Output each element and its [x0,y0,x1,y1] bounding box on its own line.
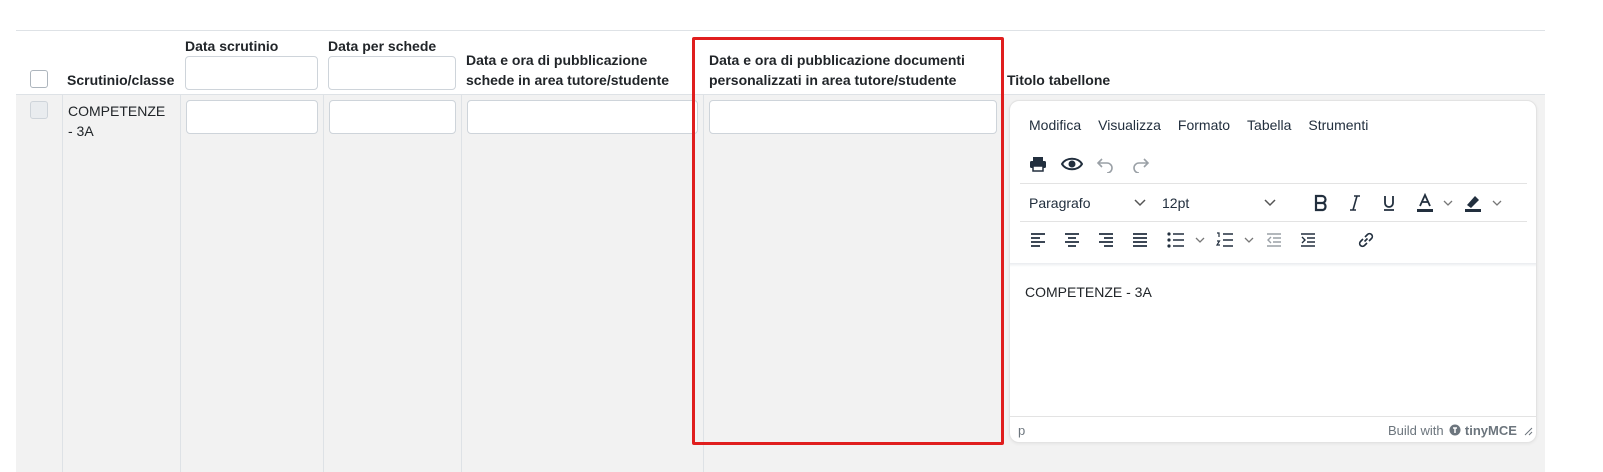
bullet-list-icon[interactable] [1167,232,1185,248]
link-icon[interactable] [1357,231,1375,249]
align-left-icon[interactable] [1030,233,1046,247]
chevron-down-icon[interactable] [1443,200,1453,207]
header-pub-schede: Data e ora di pubblicazione schede in ar… [466,52,670,88]
chevron-down-icon [1134,199,1146,207]
align-right-icon[interactable] [1098,233,1114,247]
chevron-down-icon[interactable] [1492,200,1502,207]
header-scrutinio-classe: Scrutinio/classe [67,72,175,88]
select-all-checkbox[interactable] [30,70,48,88]
toolbar-shadow [1010,263,1536,267]
menu-modifica[interactable]: Modifica [1029,117,1081,133]
print-icon[interactable] [1029,155,1047,173]
outdent-icon[interactable] [1266,233,1282,247]
col-divider [62,95,63,472]
header-data-scrutinio-input[interactable] [185,56,318,90]
header-data-per-schede-input[interactable] [328,56,456,90]
highlight-icon[interactable] [1463,193,1483,213]
highlight-box [692,37,1004,445]
italic-icon[interactable] [1348,194,1362,212]
statusbar-divider [1010,416,1536,417]
underline-icon[interactable] [1382,194,1396,212]
col-divider [323,95,324,472]
menu-formato[interactable]: Formato [1178,117,1230,133]
statusbar-path[interactable]: p [1018,423,1025,438]
editor-menubar: Modifica Visualizza Formato Tabella Strument… [1029,117,1385,135]
row-checkbox[interactable] [30,101,48,119]
table-top-border [16,30,1545,31]
numbered-list-icon[interactable] [1216,232,1234,248]
align-justify-icon[interactable] [1132,233,1148,247]
branding-name: tinyMCE [1464,423,1517,438]
align-center-icon[interactable] [1064,233,1080,247]
preview-icon[interactable] [1061,155,1083,173]
data-scrutinio-input[interactable] [186,100,318,134]
font-size-select[interactable]: 12pt [1153,189,1283,217]
toolbar-divider [1020,221,1527,222]
toolbar-divider [1020,183,1527,184]
row-classe: COMPETENZE - 3A [68,103,166,139]
block-format-select[interactable]: Paragrafo [1020,189,1148,217]
titolo-tabellone-editor[interactable]: Modifica Visualizza Formato Tabella Strument… [1009,100,1537,443]
menu-strumenti[interactable]: Strumenti [1308,117,1368,133]
resize-handle-icon[interactable] [1524,427,1533,436]
font-size-value: 12pt [1162,195,1190,211]
chevron-down-icon[interactable] [1195,237,1205,244]
header-data-per-schede: Data per schede [328,38,437,54]
undo-icon[interactable] [1096,155,1114,173]
redo-icon[interactable] [1132,155,1150,173]
block-format-value: Paragrafo [1029,195,1091,211]
text-color-icon[interactable] [1415,193,1435,213]
data-per-schede-input[interactable] [329,100,456,134]
branding-prefix: Build with [1388,423,1444,438]
col-divider [461,95,462,472]
header-titolo-tabellone: Titolo tabellone [1007,72,1111,88]
menu-visualizza[interactable]: Visualizza [1098,117,1161,133]
bold-icon[interactable] [1313,194,1329,212]
pub-schede-input[interactable] [467,100,698,134]
menu-tabella[interactable]: Tabella [1247,117,1291,133]
tinymce-logo-icon [1449,424,1461,436]
chevron-down-icon [1264,199,1276,207]
col-divider [180,95,181,472]
editor-content[interactable]: COMPETENZE - 3A [1025,282,1152,302]
chevron-down-icon[interactable] [1244,237,1254,244]
tinymce-branding[interactable]: Build with tinyMCE [1388,423,1517,438]
indent-icon[interactable] [1300,233,1316,247]
header-data-scrutinio: Data scrutinio [185,38,279,54]
